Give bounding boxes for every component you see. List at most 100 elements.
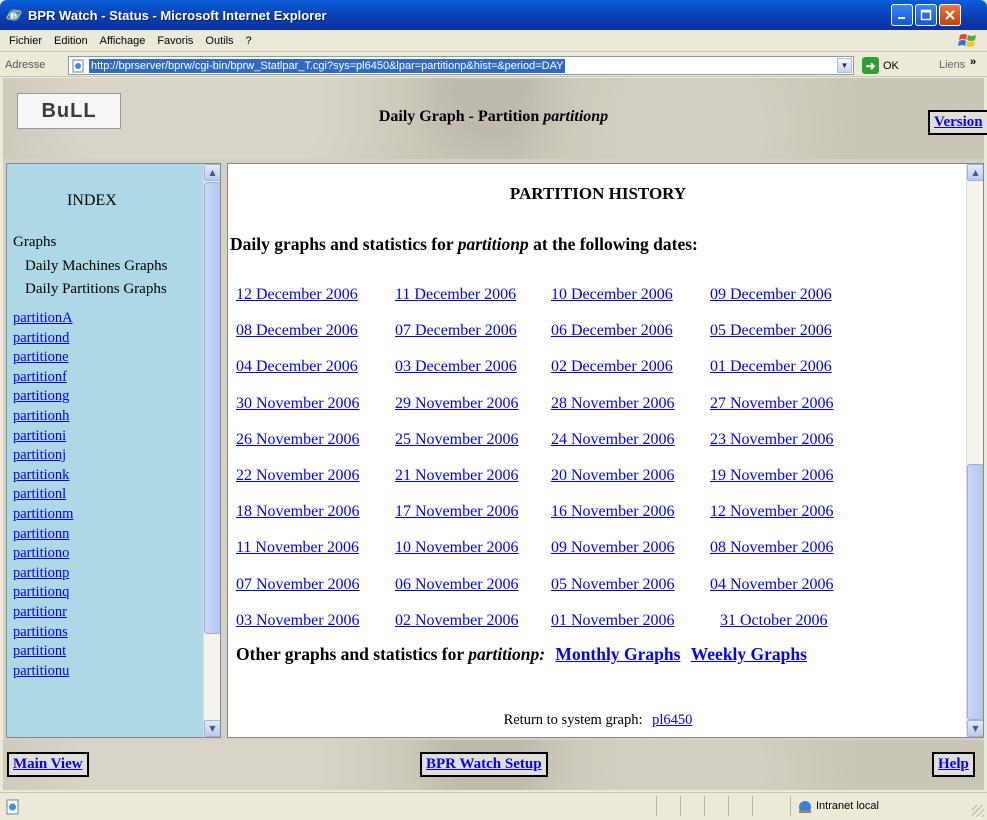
date-link[interactable]: 09 December 2006 [710,286,832,304]
date-link[interactable]: 08 November 2006 [710,539,834,557]
resize-grip[interactable] [972,805,984,817]
date-link[interactable]: 25 November 2006 [395,431,519,449]
date-link[interactable]: 17 November 2006 [395,503,519,521]
date-row: 18 November 2006 17 November 2006 16 Nov… [236,503,936,539]
menu-fichier[interactable]: Fichier [9,35,42,47]
scroll-up-button[interactable]: ▲ [967,164,983,181]
close-button[interactable] [939,4,961,26]
weekly-graphs-link[interactable]: Weekly Graphs [691,644,807,664]
monthly-graphs-link[interactable]: Monthly Graphs [555,644,680,664]
go-button[interactable]: ➜ OK [862,57,899,74]
other-graphs-line: Other graphs and statistics for partitio… [236,644,807,665]
date-link[interactable]: 06 November 2006 [395,576,519,594]
date-link[interactable]: 27 November 2006 [710,395,834,413]
date-link[interactable]: 10 December 2006 [551,286,673,304]
date-link[interactable]: 18 November 2006 [236,503,360,521]
date-link[interactable]: 31 October 2006 [720,612,828,630]
daily-partitions-graphs-link[interactable]: Daily Partitions Graphs [25,281,167,298]
date-link[interactable]: 10 November 2006 [395,539,519,557]
partition-link[interactable]: partitionA [13,309,73,329]
main-view-button[interactable]: Main View [7,752,89,777]
address-dropdown-button[interactable]: ▼ [837,58,852,73]
index-title: INDEX [67,192,117,209]
date-link[interactable]: 19 November 2006 [710,467,834,485]
partition-link[interactable]: partitione [13,348,73,368]
content-scrollbar[interactable]: ▲ ▼ [966,164,983,737]
partition-link[interactable]: partitiont [13,642,73,662]
date-link[interactable]: 02 November 2006 [395,612,519,630]
index-scrollbar[interactable]: ▲ ▼ [203,164,220,737]
menu-outils[interactable]: Outils [205,35,233,47]
window-title: BPR Watch - Status - Microsoft Internet … [28,7,327,23]
date-link[interactable]: 07 December 2006 [395,322,517,340]
partition-link[interactable]: partitionm [13,505,73,525]
menu-favoris[interactable]: Favoris [157,35,193,47]
date-link[interactable]: 26 November 2006 [236,431,360,449]
partition-link[interactable]: partitionh [13,407,73,427]
scroll-thumb[interactable] [204,182,220,634]
date-link[interactable]: 03 November 2006 [236,612,360,630]
graphs-heading: Graphs [13,234,57,250]
scroll-down-button[interactable]: ▼ [967,720,983,737]
date-link[interactable]: 03 December 2006 [395,358,517,376]
date-link[interactable]: 11 November 2006 [236,539,359,557]
scroll-thumb[interactable] [967,464,983,720]
date-row: 30 November 2006 29 November 2006 28 Nov… [236,395,936,431]
partition-link[interactable]: partitionn [13,525,73,545]
partition-link[interactable]: partitioni [13,427,73,447]
address-input[interactable]: http://bprserver/bprw/cgi-bin/bprw_Statl… [68,56,854,75]
version-button[interactable]: Version [928,110,987,135]
date-link[interactable]: 09 November 2006 [551,539,675,557]
date-link[interactable]: 02 December 2006 [551,358,673,376]
help-button[interactable]: Help [932,752,975,777]
links-chevron-icon[interactable]: » [970,56,976,68]
date-row: 04 December 2006 03 December 2006 02 Dec… [236,358,936,394]
minimize-button[interactable] [891,4,913,26]
partition-link[interactable]: partitionk [13,466,73,486]
menu-edition[interactable]: Edition [54,35,88,47]
date-link[interactable]: 01 November 2006 [551,612,675,630]
intranet-zone-icon [799,801,811,813]
date-link[interactable]: 04 November 2006 [710,576,834,594]
date-link[interactable]: 21 November 2006 [395,467,519,485]
partition-link[interactable]: partitiono [13,544,73,564]
date-link[interactable]: 04 December 2006 [236,358,358,376]
date-link[interactable]: 24 November 2006 [551,431,675,449]
partition-link[interactable]: partitionu [13,662,73,682]
bpr-watch-setup-button[interactable]: BPR Watch Setup [420,752,548,777]
date-link[interactable]: 12 December 2006 [236,286,358,304]
links-label[interactable]: Liens [939,59,965,71]
partition-link[interactable]: partitionr [13,603,73,623]
scroll-up-button[interactable]: ▲ [204,164,220,181]
date-link[interactable]: 01 December 2006 [710,358,832,376]
partition-link[interactable]: partitionf [13,368,73,388]
date-link[interactable]: 07 November 2006 [236,576,360,594]
date-link[interactable]: 05 November 2006 [551,576,675,594]
daily-machines-graphs-link[interactable]: Daily Machines Graphs [25,258,167,275]
date-link[interactable]: 23 November 2006 [710,431,834,449]
date-link[interactable]: 30 November 2006 [236,395,360,413]
date-link[interactable]: 28 November 2006 [551,395,675,413]
date-link[interactable]: 06 December 2006 [551,322,673,340]
partition-link[interactable]: partitiong [13,387,73,407]
partition-link[interactable]: partitionl [13,485,73,505]
system-graph-link[interactable]: pl6450 [652,712,692,728]
partition-link[interactable]: partitions [13,623,73,643]
date-link[interactable]: 20 November 2006 [551,467,675,485]
partition-link[interactable]: partitionq [13,583,73,603]
date-link[interactable]: 22 November 2006 [236,467,360,485]
scroll-down-button[interactable]: ▼ [204,720,220,737]
partition-link[interactable]: partitionp [13,564,73,584]
date-link[interactable]: 29 November 2006 [395,395,519,413]
date-link[interactable]: 16 November 2006 [551,503,675,521]
partition-link[interactable]: partitionj [13,446,73,466]
date-link[interactable]: 08 December 2006 [236,322,358,340]
menu-affichage[interactable]: Affichage [100,35,146,47]
date-link[interactable]: 05 December 2006 [710,322,832,340]
date-link[interactable]: 12 November 2006 [710,503,834,521]
partition-link[interactable]: partitiond [13,329,73,349]
menu-help[interactable]: ? [246,35,252,47]
date-link[interactable]: 11 December 2006 [395,286,516,304]
maximize-button[interactable] [915,4,937,26]
address-url[interactable]: http://bprserver/bprw/cgi-bin/bprw_Statl… [89,58,566,73]
